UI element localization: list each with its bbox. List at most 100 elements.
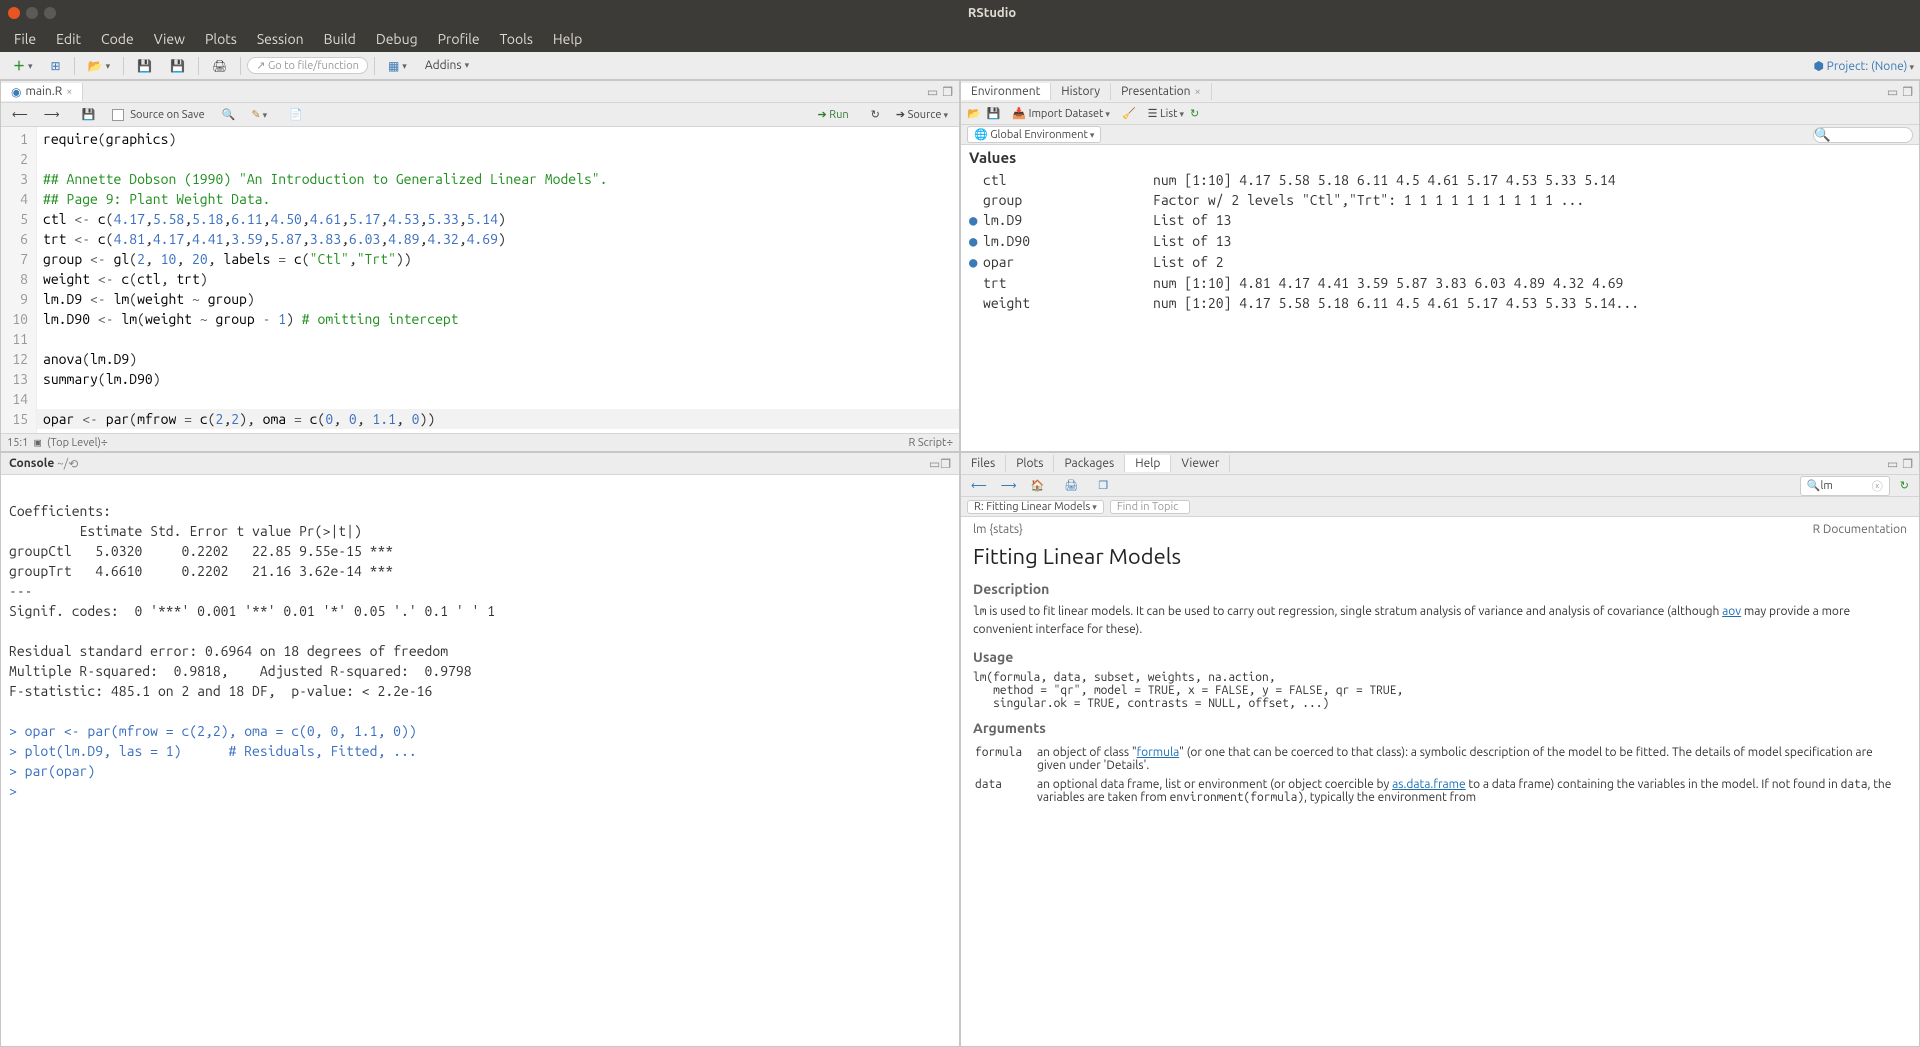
env-row-lm.D90[interactable]: ●lm.D90List of 13 — [961, 231, 1919, 252]
code-line-12[interactable]: anova(lm.D9) — [43, 351, 137, 367]
help-tab-viewer[interactable]: Viewer — [1171, 455, 1230, 472]
addins-button[interactable]: Addins — [418, 56, 476, 75]
source-nav-fwd-button[interactable]: ⟶ — [39, 107, 65, 122]
help-tab-packages[interactable]: Packages — [1054, 455, 1125, 472]
code-line-15[interactable]: opar <- par(mfrow = c(2,2), oma = c(0, 0… — [37, 409, 959, 429]
help-link-formula[interactable]: formula — [1137, 746, 1179, 759]
code-line-1[interactable]: require(graphics) — [43, 131, 176, 147]
code-line-14[interactable] — [43, 391, 51, 407]
env-search-input[interactable] — [1813, 127, 1913, 143]
help-link-aov[interactable]: aov — [1722, 605, 1741, 618]
help-back-button[interactable]: ⟵ — [967, 479, 991, 492]
help-print-button[interactable]: 🖨 — [1060, 479, 1082, 492]
load-workspace-button[interactable]: 📂 — [967, 107, 981, 120]
new-file-button[interactable]: ＋ — [6, 54, 40, 77]
clear-workspace-button[interactable]: 🧹 — [1122, 107, 1136, 120]
save-workspace-button[interactable]: 💾 — [987, 107, 1001, 120]
code-line-8[interactable]: weight <- c(ctl, trt) — [43, 271, 208, 287]
menu-view[interactable]: View — [146, 29, 193, 49]
help-link-asdataframe[interactable]: as.data.frame — [1392, 778, 1466, 791]
console-output[interactable]: Coefficients: Estimate Std. Error t valu… — [1, 475, 959, 1046]
minimize-icon[interactable]: ▭ — [927, 85, 938, 99]
window-minimize-button[interactable] — [26, 7, 38, 19]
close-icon[interactable]: × — [1194, 86, 1200, 98]
menu-file[interactable]: File — [6, 29, 44, 49]
menu-help[interactable]: Help — [545, 29, 590, 49]
menu-debug[interactable]: Debug — [368, 29, 426, 49]
new-project-button[interactable]: ⊞ — [44, 56, 68, 76]
code-line-6[interactable]: trt <- c(4.81,4.17,4.41,3.59,5.87,3.83,6… — [43, 231, 506, 247]
help-tab-help[interactable]: Help — [1125, 455, 1171, 472]
minimize-icon[interactable]: ▭ — [1887, 85, 1898, 99]
close-icon[interactable]: × — [66, 86, 72, 98]
help-popout-button[interactable]: ❐ — [1094, 479, 1112, 492]
console-reload-icon[interactable]: ⟲ — [68, 457, 78, 471]
menu-session[interactable]: Session — [249, 29, 312, 49]
menu-build[interactable]: Build — [316, 29, 364, 49]
expand-icon[interactable]: ● — [969, 212, 983, 229]
report-button[interactable]: 📄 — [284, 107, 308, 122]
help-tab-plots[interactable]: Plots — [1006, 455, 1054, 472]
help-content[interactable]: lm {stats} R Documentation Fitting Linea… — [961, 517, 1919, 1046]
tools-grid-button[interactable]: ▦ — [381, 56, 414, 76]
save-source-button[interactable]: 💾 — [77, 107, 101, 122]
code-line-3[interactable]: ## Annette Dobson (1990) "An Introductio… — [43, 171, 607, 187]
help-find-in-topic-input[interactable]: Find in Topic — [1110, 500, 1190, 514]
env-tab-history[interactable]: History — [1051, 83, 1111, 100]
source-button[interactable]: ➔ Source — [891, 107, 953, 122]
source-on-save-checkbox[interactable] — [112, 109, 124, 121]
source-file-tab[interactable]: ◉ main.R × — [1, 83, 83, 101]
view-mode-button[interactable]: ☰ List — [1148, 107, 1184, 120]
maximize-icon[interactable]: ❐ — [940, 457, 951, 471]
code-line-4[interactable]: ## Page 9: Plant Weight Data. — [43, 191, 270, 207]
run-button[interactable]: ➔ Run — [812, 107, 853, 122]
code-tools-button[interactable]: ✎ — [246, 107, 272, 122]
minimize-icon[interactable]: ▭ — [929, 457, 940, 471]
minimize-icon[interactable]: ▭ — [1887, 457, 1898, 471]
env-row-trt[interactable]: trtnum [1:10] 4.81 4.17 4.41 3.59 5.87 3… — [961, 273, 1919, 293]
code-line-11[interactable] — [43, 331, 51, 347]
window-maximize-button[interactable] — [44, 7, 56, 19]
project-menu[interactable]: ⬢ Project: (None) — [1813, 59, 1914, 73]
maximize-icon[interactable]: ❐ — [1902, 457, 1913, 471]
expand-icon[interactable]: ● — [969, 233, 983, 250]
code-line-7[interactable]: group <- gl(2, 10, 20, labels = c("Ctl",… — [43, 251, 412, 267]
help-breadcrumb[interactable]: R: Fitting Linear Models — [967, 500, 1104, 514]
maximize-icon[interactable]: ❐ — [942, 85, 953, 99]
help-home-button[interactable]: 🏠 — [1027, 479, 1049, 492]
open-file-button[interactable]: 📂 — [81, 56, 117, 76]
env-scope-selector[interactable]: 🌐 Global Environment — [967, 126, 1101, 143]
expand-icon[interactable]: ● — [969, 254, 983, 271]
refresh-env-button[interactable]: ↻ — [1190, 107, 1199, 120]
help-forward-button[interactable]: ⟶ — [997, 479, 1021, 492]
code-line-9[interactable]: lm.D9 <- lm(weight ~ group) — [43, 291, 255, 307]
menu-edit[interactable]: Edit — [48, 29, 89, 49]
env-row-group[interactable]: groupFactor w/ 2 levels "Ctl","Trt": 1 1… — [961, 190, 1919, 210]
env-row-lm.D9[interactable]: ●lm.D9List of 13 — [961, 210, 1919, 231]
import-dataset-button[interactable]: 📥 Import Dataset — [1012, 107, 1110, 120]
code-line-13[interactable]: summary(lm.D90) — [43, 371, 161, 387]
menu-tools[interactable]: Tools — [492, 29, 541, 49]
file-type-indicator[interactable]: R Script — [909, 437, 947, 449]
code-line-2[interactable] — [43, 151, 51, 167]
help-refresh-button[interactable]: ↻ — [1896, 479, 1913, 492]
find-replace-button[interactable]: 🔍 — [217, 107, 241, 122]
help-tab-files[interactable]: Files — [961, 455, 1006, 472]
maximize-icon[interactable]: ❐ — [1902, 85, 1913, 99]
env-list[interactable]: Values ctlnum [1:10] 4.17 5.58 5.18 6.11… — [961, 145, 1919, 451]
help-search-input[interactable]: 🔍 lm ⓧ — [1800, 476, 1890, 496]
code-editor[interactable]: 12345678910111213141516 require(graphics… — [1, 127, 959, 433]
rerun-button[interactable]: ↻ — [866, 107, 885, 122]
goto-file-input[interactable]: ↗ Go to file/function — [247, 57, 368, 74]
env-tab-environment[interactable]: Environment — [961, 83, 1051, 100]
menu-profile[interactable]: Profile — [430, 29, 488, 49]
print-button[interactable]: 🖨 — [205, 56, 234, 76]
window-close-button[interactable] — [8, 7, 20, 19]
code-line-10[interactable]: lm.D90 <- lm(weight ~ group - 1) # omitt… — [43, 311, 459, 327]
code-line-5[interactable]: ctl <- c(4.17,5.58,5.18,6.11,4.50,4.61,5… — [43, 211, 506, 227]
save-all-button[interactable]: 💾 — [163, 56, 192, 76]
scope-indicator[interactable]: (Top Level) — [47, 437, 101, 449]
env-row-ctl[interactable]: ctlnum [1:10] 4.17 5.58 5.18 6.11 4.5 4.… — [961, 170, 1919, 190]
menu-plots[interactable]: Plots — [197, 29, 245, 49]
env-tab-presentation[interactable]: Presentation × — [1111, 83, 1212, 100]
